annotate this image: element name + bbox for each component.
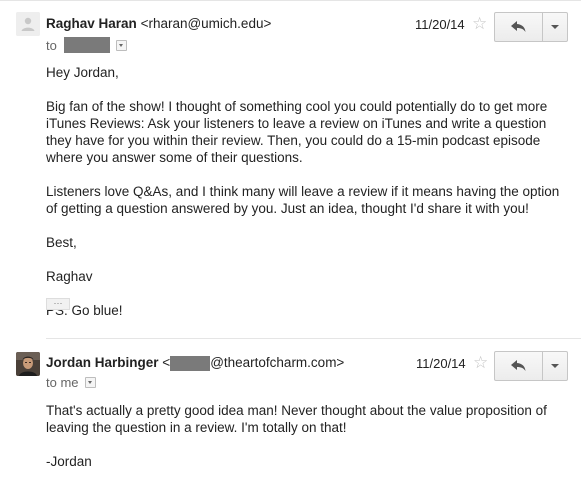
- email-message-1: Raghav Haran <rharan@umich.edu> to 11/20…: [0, 0, 581, 320]
- sender-name[interactable]: Raghav Haran: [46, 16, 137, 31]
- message-body: That's actually a pretty good idea man! …: [46, 402, 566, 487]
- body-paragraph: Raghav: [46, 269, 93, 284]
- chevron-down-icon: [551, 364, 559, 368]
- reply-icon: [510, 360, 525, 371]
- recipient-details-dropdown-icon[interactable]: [115, 39, 127, 51]
- body-paragraph: -Jordan: [46, 454, 92, 469]
- message-actions: [494, 351, 568, 381]
- show-trimmed-content-button[interactable]: ···: [46, 298, 70, 310]
- to-label: to: [46, 37, 57, 53]
- avatar-default-icon: [16, 12, 40, 36]
- sender-email-domain: @theartofcharm.com>: [210, 355, 345, 370]
- to-label: to me: [46, 375, 79, 390]
- message-actions: [494, 12, 568, 42]
- body-paragraph: PS. Go blue!: [46, 303, 123, 318]
- body-paragraph: Big fan of the show! I thought of someth…: [46, 99, 548, 165]
- sender-email: <rharan@umich.edu>: [140, 16, 272, 31]
- recipient-line: to: [46, 37, 127, 53]
- avatar: [16, 352, 40, 376]
- more-options-button[interactable]: [543, 13, 567, 41]
- message-date: 11/20/14: [416, 356, 466, 371]
- redacted-email-user: [170, 355, 211, 371]
- message-date: 11/20/14: [415, 17, 465, 32]
- reply-button[interactable]: [495, 352, 543, 380]
- message-body: Hey Jordan, Big fan of the show! I thoug…: [46, 64, 566, 336]
- body-paragraph: That's actually a pretty good idea man! …: [46, 403, 547, 435]
- reply-icon: [510, 21, 525, 32]
- redacted-recipient: [63, 37, 110, 53]
- email-message-2: Jordan Harbinger < @theartofcharm.com> to…: [0, 338, 581, 479]
- sender-line: Jordan Harbinger < @theartofcharm.com>: [46, 355, 344, 371]
- reply-button[interactable]: [495, 13, 543, 41]
- body-paragraph: Hey Jordan,: [46, 65, 119, 80]
- recipient-details-dropdown-icon[interactable]: [84, 377, 96, 388]
- star-icon[interactable]: ☆: [472, 15, 487, 32]
- sender-email-prefix: <: [162, 355, 171, 370]
- star-icon[interactable]: ☆: [473, 354, 488, 371]
- body-paragraph: Listeners love Q&As, and I think many wi…: [46, 184, 560, 216]
- body-paragraph: Best,: [46, 235, 77, 250]
- sender-line: Raghav Haran <rharan@umich.edu>: [46, 16, 271, 31]
- sender-name[interactable]: Jordan Harbinger: [46, 355, 159, 370]
- chevron-down-icon: [551, 25, 559, 29]
- divider: [46, 338, 581, 339]
- recipient-line: to me: [46, 375, 96, 390]
- divider: [0, 0, 581, 1]
- profile-photo-icon: [16, 352, 40, 376]
- more-options-button[interactable]: [543, 352, 567, 380]
